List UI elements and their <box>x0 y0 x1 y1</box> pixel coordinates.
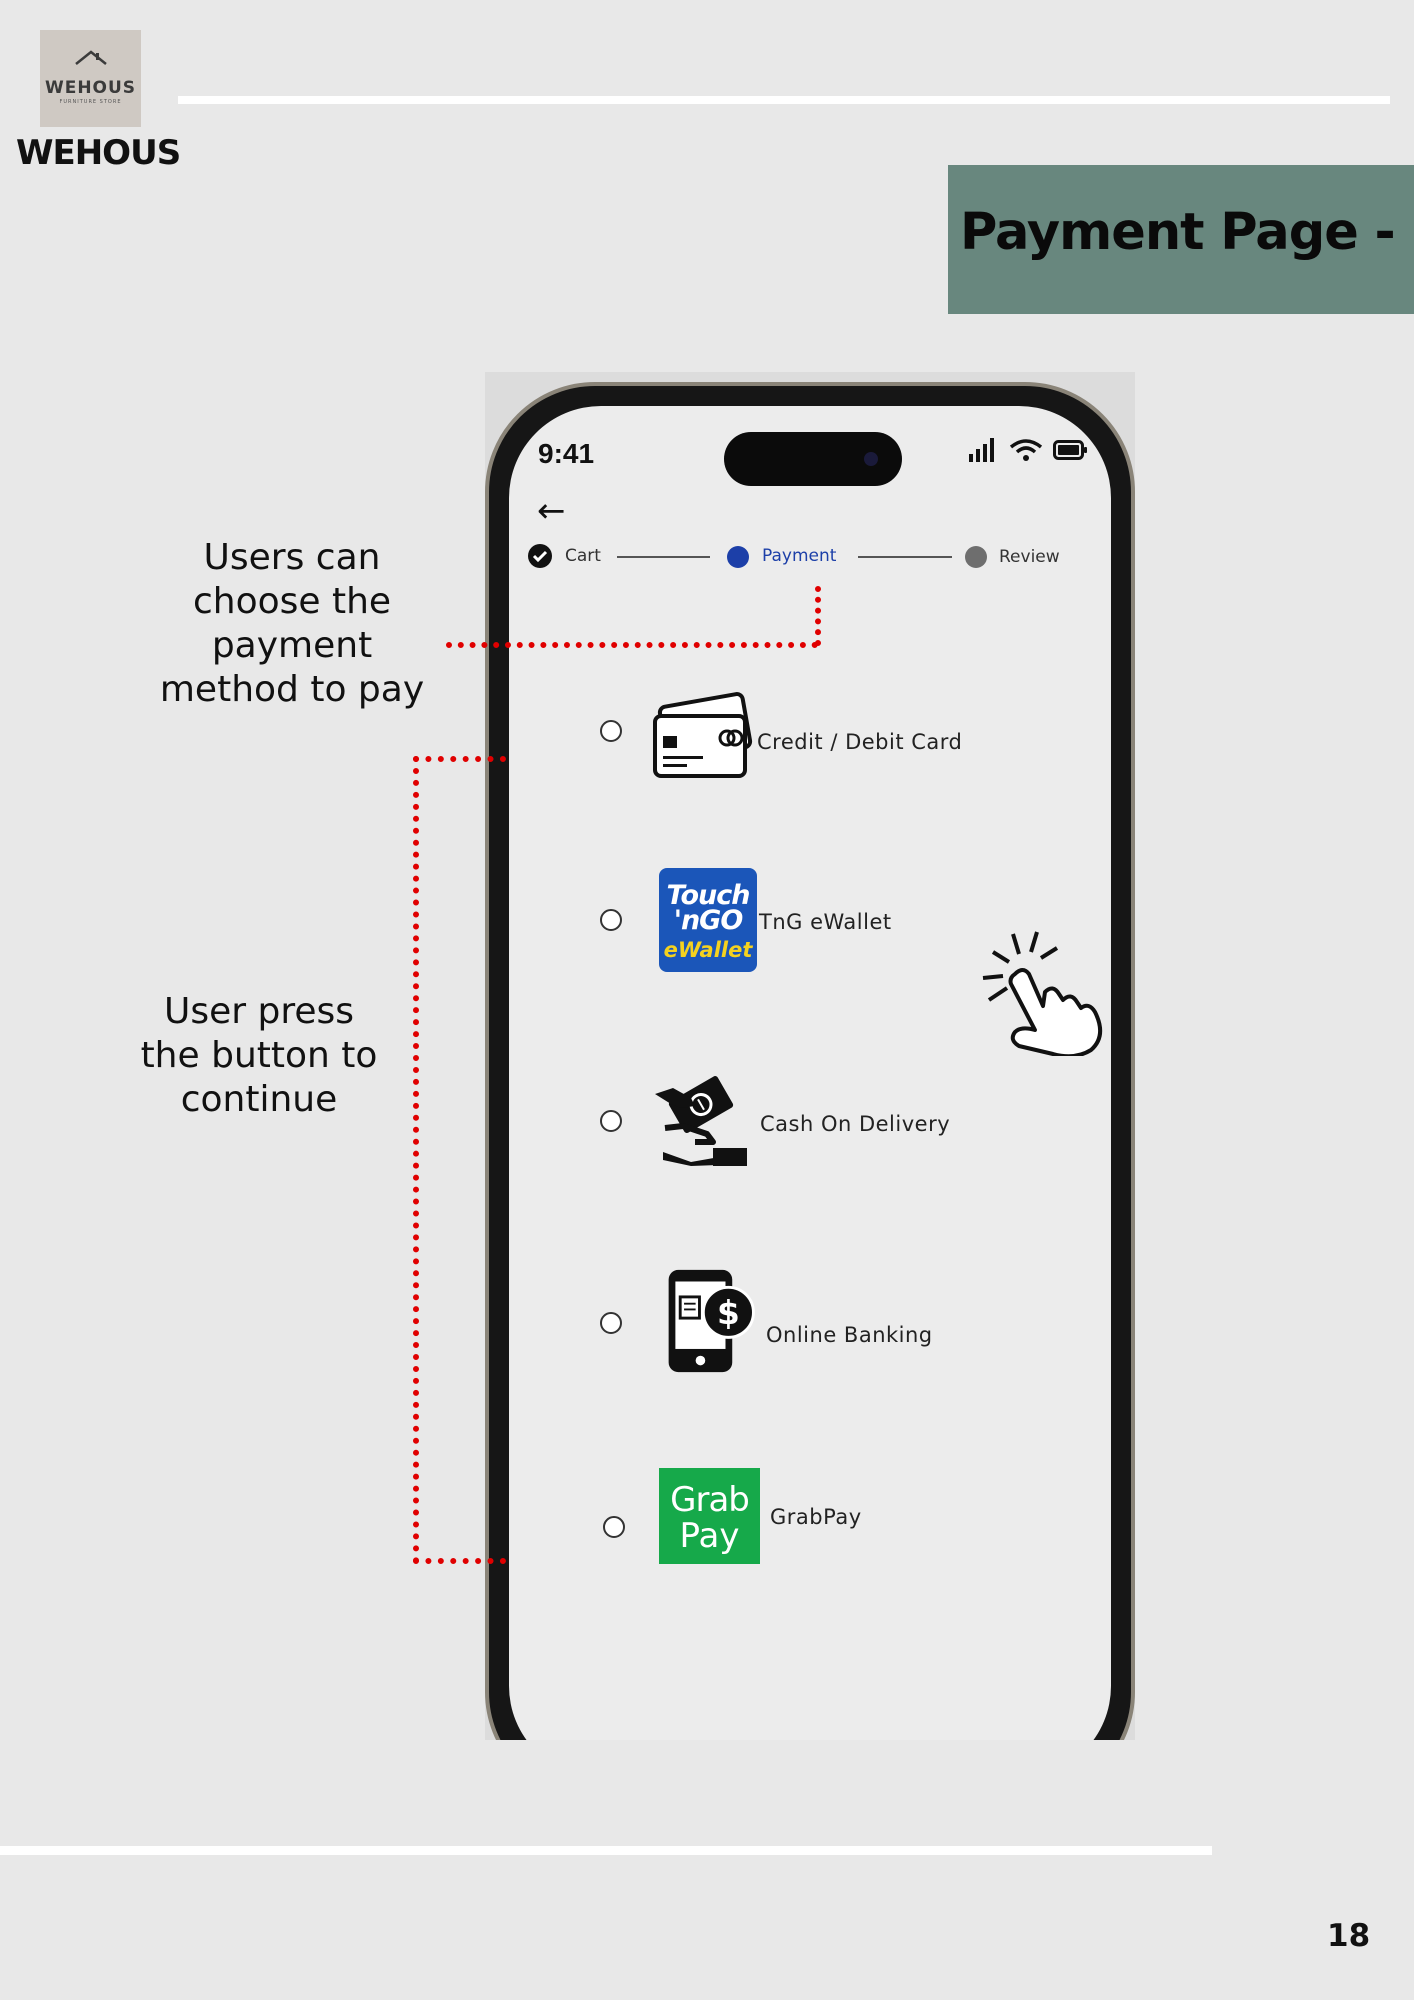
payment-option-card[interactable]: Credit / Debit Card <box>509 676 1111 796</box>
step-connector <box>617 556 710 558</box>
title-banner: Payment Page - 2 <box>948 165 1414 314</box>
tng-logo-line: 'nGO <box>673 905 744 936</box>
option-label-tng: TnG eWallet <box>759 910 892 934</box>
radio-online-banking[interactable] <box>600 1312 622 1334</box>
checkout-stepper: Cart Payment Review <box>528 544 1088 574</box>
radio-tng[interactable] <box>600 909 622 931</box>
tng-ewallet-logo: Touch 'nGO eWallet <box>659 868 757 972</box>
option-label-card: Credit / Debit Card <box>757 730 963 754</box>
top-divider <box>178 96 1390 104</box>
phone-mockup: 9:41 ← Cart Payment Review Credit / Debi… <box>485 372 1135 1740</box>
payment-option-tng[interactable]: Touch 'nGO eWallet TnG eWallet <box>509 866 1111 1056</box>
svg-text:$: $ <box>717 1294 740 1332</box>
logo-subtext: FURNITURE STORE <box>59 99 122 105</box>
phone-screen: 9:41 ← Cart Payment Review Credit / Debi… <box>509 406 1111 1740</box>
step-connector <box>858 556 952 558</box>
step-review-dot <box>965 546 987 568</box>
grabpay-logo-line: Pay <box>679 1516 740 1556</box>
wifi-icon <box>1009 439 1043 461</box>
page-title: Payment Page - 2 <box>960 203 1414 262</box>
step-payment-label: Payment <box>762 546 837 566</box>
step-review-label: Review <box>999 547 1060 567</box>
grabpay-logo: Grab Pay <box>659 1468 760 1564</box>
step-cart-check-icon <box>528 544 552 568</box>
status-icons <box>967 436 1087 466</box>
logo-text: WEHOUS <box>44 78 137 98</box>
payment-option-online-banking[interactable]: $ Online Banking <box>509 1268 1111 1388</box>
battery-icon <box>1053 440 1087 460</box>
cash-hand-icon <box>655 1076 747 1166</box>
annotation-bracket <box>413 756 506 1564</box>
camera-dot <box>864 452 878 466</box>
option-label-online-banking: Online Banking <box>766 1323 933 1347</box>
step-cart-label: Cart <box>565 546 601 566</box>
grabpay-logo-line: Grab <box>670 1480 750 1520</box>
annotation-choose-method: Users can choose the payment method to p… <box>159 537 425 710</box>
radio-grabpay[interactable] <box>603 1516 625 1538</box>
house-icon <box>75 50 107 65</box>
tap-hand-icon <box>982 931 1103 1056</box>
brand-name: WEHOUS <box>16 133 181 173</box>
annotation-press-button: User press the button to continue <box>140 991 378 1120</box>
tng-logo-line: eWallet <box>663 938 753 962</box>
annotation-connector-horizontal <box>446 642 818 648</box>
payment-option-grabpay[interactable]: Grab Pay GrabPay <box>509 1468 1111 1588</box>
status-time: 9:41 <box>538 438 595 469</box>
page-number: 18 <box>1327 1918 1371 1954</box>
payment-option-cod[interactable]: Cash On Delivery <box>509 1068 1111 1188</box>
brand-logo: WEHOUS FURNITURE STORE <box>40 30 141 127</box>
dynamic-island <box>724 432 902 486</box>
bottom-divider <box>0 1846 1212 1855</box>
option-label-grabpay: GrabPay <box>770 1505 862 1529</box>
option-label-cod: Cash On Delivery <box>760 1112 951 1136</box>
annotation-connector-vertical <box>815 586 821 646</box>
radio-card[interactable] <box>600 720 622 742</box>
credit-card-icon <box>653 692 753 778</box>
radio-cod[interactable] <box>600 1110 622 1132</box>
step-payment-dot <box>727 546 749 568</box>
mobile-banking-icon: $ <box>668 1269 755 1373</box>
phone-frame: 9:41 ← Cart Payment Review Credit / Debi… <box>485 382 1135 1740</box>
signal-icon <box>969 438 994 462</box>
back-arrow-icon[interactable]: ← <box>537 491 566 531</box>
